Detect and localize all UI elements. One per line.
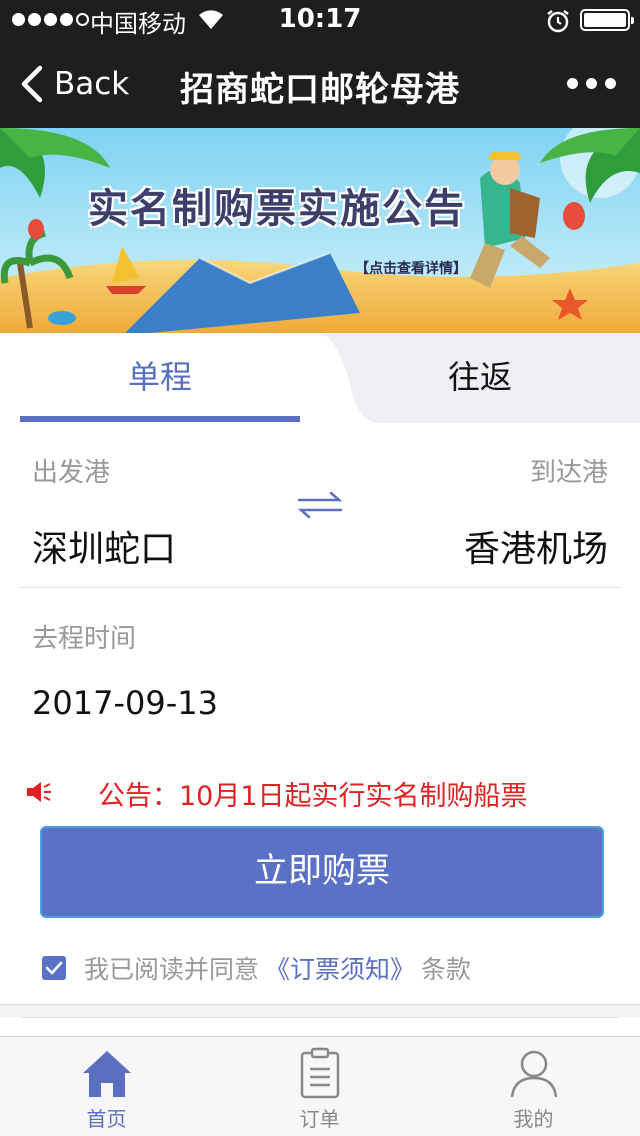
trip-type-tabs: 单程 往返	[0, 333, 640, 423]
depart-port-label: 出发港	[32, 458, 111, 488]
tab-round-trip[interactable]: 往返	[340, 333, 620, 423]
section-gap	[0, 1005, 640, 1017]
more-dots-icon[interactable]	[567, 78, 616, 89]
tab-one-way[interactable]: 单程	[20, 333, 300, 423]
banner-subtitle: 【点击查看详情】	[355, 261, 467, 277]
buy-ticket-button[interactable]: 立即购票	[40, 826, 604, 918]
tabbar-home[interactable]: 首页	[0, 1037, 213, 1136]
notice-text: 公告：10月1日起实行实名制购船票	[98, 781, 528, 812]
tabbar-orders-label: 订单	[299, 1107, 340, 1131]
depart-port-field[interactable]: 深圳蛇口	[32, 520, 176, 572]
user-icon	[510, 1050, 557, 1098]
status-bar: 中国移动 10:17	[0, 0, 640, 40]
active-tab-indicator	[20, 416, 300, 422]
swap-ports-icon[interactable]	[295, 490, 345, 520]
agree-prefix: 我已阅读并同意	[84, 955, 260, 984]
divider	[20, 587, 620, 588]
terms-agreement: 我已阅读并同意 《订票须知》 条款	[42, 950, 471, 986]
tabbar-orders[interactable]: 订单	[213, 1037, 426, 1136]
home-icon	[82, 1051, 131, 1097]
agree-suffix: 条款	[421, 955, 472, 984]
booking-terms-link[interactable]: 《订票须知》	[265, 950, 415, 986]
agree-checkbox[interactable]	[42, 956, 66, 980]
tabbar-profile[interactable]: 我的	[427, 1037, 640, 1136]
departure-date-label: 去程时间	[32, 624, 137, 654]
alarm-icon	[547, 10, 569, 33]
banner-title: 实名制购票实施公告	[88, 186, 466, 232]
departure-date-field[interactable]: 2017-09-13	[32, 684, 218, 722]
speaker-icon	[27, 782, 51, 802]
bottom-tab-bar: 首页 订单 我的	[0, 1036, 640, 1136]
clock: 10:17	[278, 4, 362, 34]
top-bar: 中国移动 10:17 Back 招商蛇口邮轮母港	[0, 0, 640, 128]
check-icon	[45, 961, 63, 975]
arrive-port-label: 到达港	[529, 458, 608, 488]
notice-bar: 公告：10月1日起实行实名制购船票	[26, 772, 626, 812]
tabbar-profile-label: 我的	[513, 1107, 554, 1131]
announcement-banner[interactable]: 实名制购票实施公告 【点击查看详情】	[0, 128, 640, 333]
order-icon	[300, 1047, 339, 1099]
arrive-port-field[interactable]: 香港机场	[464, 520, 608, 572]
tabbar-home-label: 首页	[86, 1107, 127, 1131]
divider	[20, 1017, 620, 1018]
nav-bar: Back 招商蛇口邮轮母港	[0, 40, 640, 128]
page-title: 招商蛇口邮轮母港	[180, 70, 460, 110]
battery-icon	[580, 9, 634, 31]
